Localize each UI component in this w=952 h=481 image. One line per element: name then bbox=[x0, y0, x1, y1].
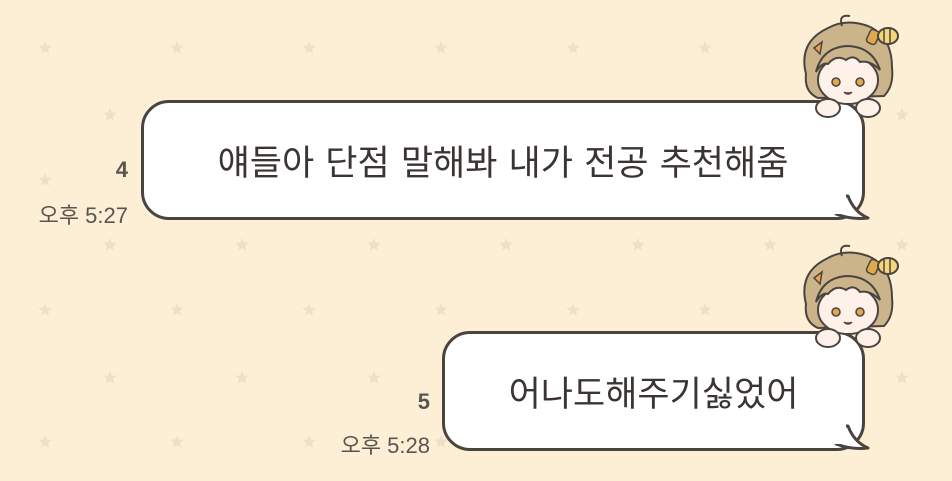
star-icon bbox=[235, 238, 249, 251]
bubble-tail bbox=[832, 194, 870, 220]
star-icon bbox=[698, 41, 712, 54]
star-icon bbox=[434, 41, 448, 54]
unread-count: 4 bbox=[115, 157, 128, 182]
star-icon bbox=[38, 41, 52, 54]
star-icon bbox=[895, 371, 909, 384]
star-icon bbox=[170, 41, 184, 54]
star-icon bbox=[103, 371, 117, 384]
star-icon bbox=[566, 41, 580, 54]
chibi-character-icon bbox=[803, 244, 899, 348]
unread-count: 5 bbox=[417, 389, 430, 414]
star-icon bbox=[763, 238, 777, 251]
star-icon bbox=[103, 108, 117, 121]
message-text: 어나도해주기싫었어 bbox=[508, 374, 799, 415]
star-icon bbox=[38, 173, 52, 186]
chibi-character-icon bbox=[803, 14, 899, 118]
star-icon bbox=[38, 303, 52, 316]
star-icon bbox=[698, 303, 712, 316]
star-icon bbox=[499, 238, 513, 251]
star-icon bbox=[302, 303, 316, 316]
star-icon bbox=[170, 303, 184, 316]
star-icon bbox=[631, 238, 645, 251]
message-timestamp: 오후 5:27 bbox=[38, 203, 128, 228]
message-bubble[interactable]: 얘들아 단점 말해봐 내가 전공 추천해줌 bbox=[141, 100, 865, 220]
star-icon bbox=[302, 41, 316, 54]
star-icon bbox=[170, 435, 184, 448]
star-icon bbox=[103, 238, 117, 251]
star-icon bbox=[367, 371, 381, 384]
star-icon bbox=[38, 435, 52, 448]
star-icon bbox=[235, 371, 249, 384]
message-text: 얘들아 단점 말해봐 내가 전공 추천해줌 bbox=[217, 143, 789, 184]
message-timestamp: 오후 5:28 bbox=[340, 433, 430, 458]
star-icon bbox=[367, 238, 381, 251]
star-icon bbox=[434, 303, 448, 316]
bubble-tail bbox=[832, 424, 870, 450]
star-icon bbox=[566, 303, 580, 316]
